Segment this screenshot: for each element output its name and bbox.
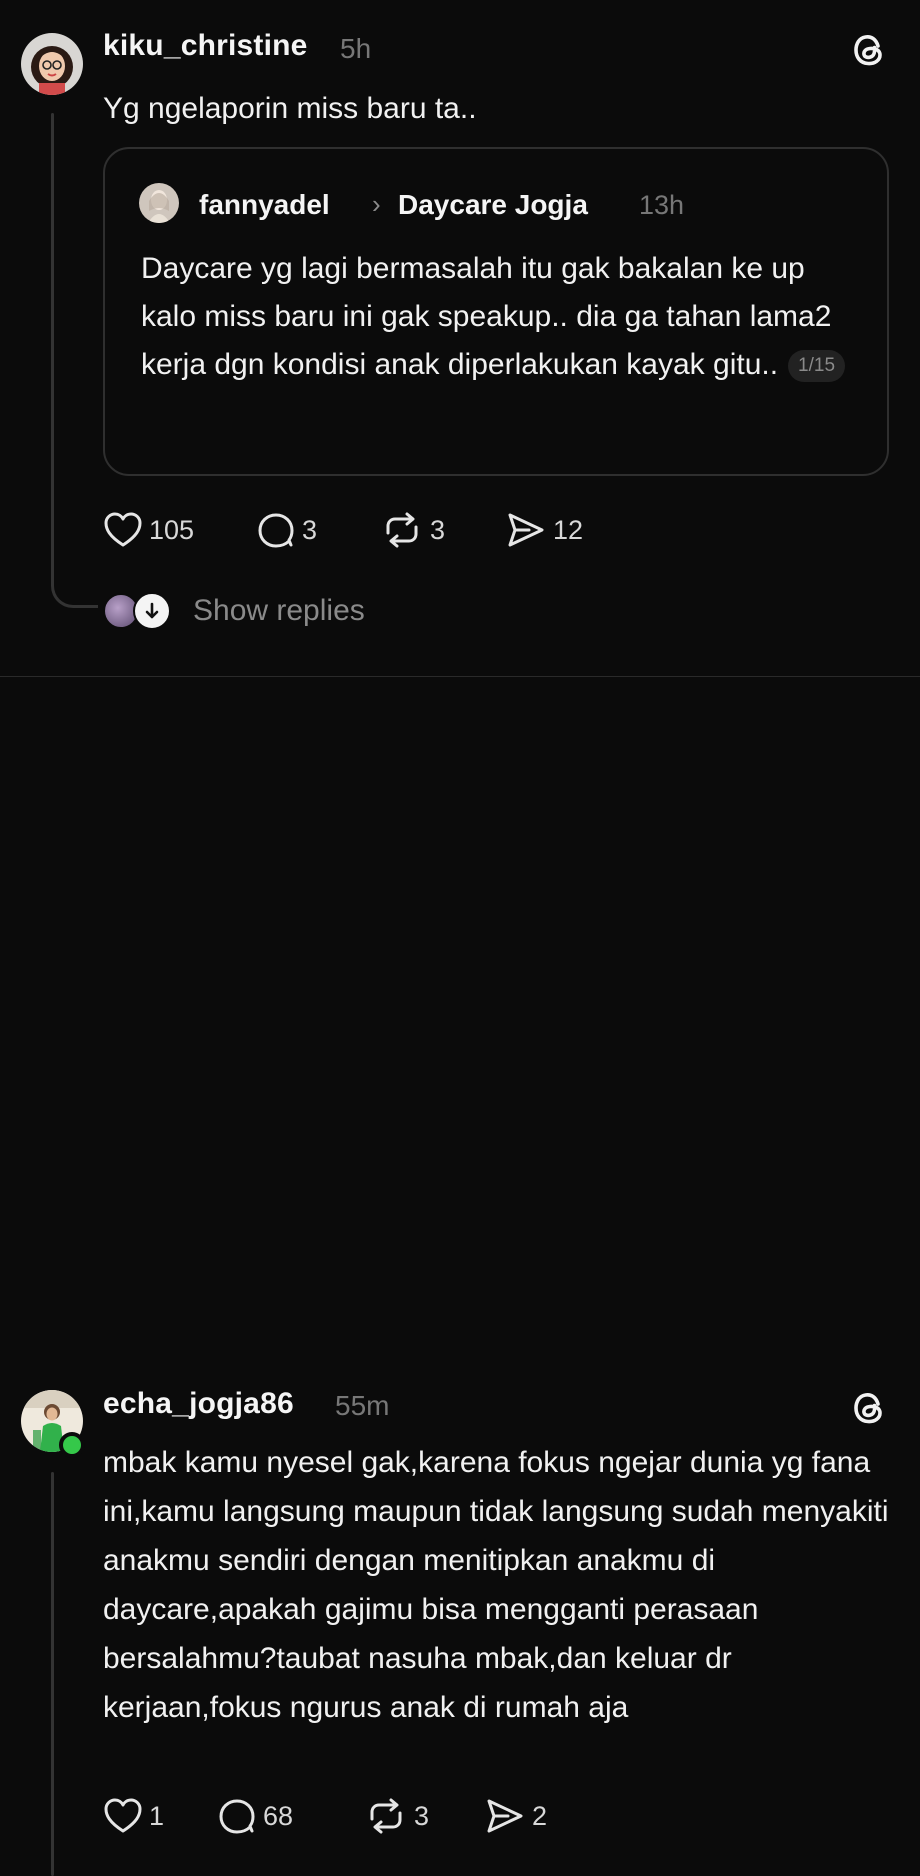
like-count: 105: [149, 514, 195, 545]
comment-button[interactable]: 3: [256, 511, 317, 549]
online-status-indicator: [59, 1432, 85, 1458]
quoted-text: Daycare yg lagi bermasalah itu gak bakal…: [141, 245, 861, 389]
thread-line: [51, 113, 54, 568]
send-icon: [487, 1799, 523, 1833]
send-icon: [508, 513, 544, 547]
timestamp: 55m: [335, 1390, 390, 1421]
threads-logo-icon[interactable]: [850, 30, 890, 70]
avatar[interactable]: [21, 33, 83, 95]
repost-icon: [370, 1798, 402, 1834]
repost-count: 3: [414, 1800, 430, 1831]
thread-connector: [51, 560, 98, 608]
quoted-username[interactable]: fannyadel: [199, 189, 330, 221]
comment-count: 3: [302, 514, 318, 545]
like-button[interactable]: 105: [103, 511, 194, 549]
heart-icon: [104, 1798, 142, 1833]
page-badge: 1/15: [788, 350, 846, 383]
share-button[interactable]: 2: [484, 1797, 547, 1835]
repost-count: 3: [430, 514, 446, 545]
arrow-down-icon: [133, 592, 171, 630]
share-count: 2: [532, 1800, 548, 1831]
username[interactable]: kiku_christine: [103, 29, 308, 63]
username[interactable]: echa_jogja86: [103, 1387, 294, 1421]
comment-bubble-icon: [219, 1799, 255, 1834]
like-count: 1: [149, 1800, 165, 1831]
post-text: mbak kamu nyesel gak,karena fokus ngejar…: [103, 1446, 889, 1724]
avatar[interactable]: [139, 183, 179, 223]
comment-bubble-icon: [258, 513, 294, 548]
thread-post: kiku_christine 5h Yg ngelaporin miss bar…: [0, 0, 920, 676]
thread-line: [51, 1472, 54, 1876]
share-count: 12: [553, 514, 584, 545]
repost-button[interactable]: 3: [380, 511, 445, 549]
chevron-right-icon: ›: [372, 189, 381, 219]
comment-button[interactable]: 68: [217, 1797, 293, 1835]
share-button[interactable]: 12: [505, 511, 583, 549]
quoted-post[interactable]: fannyadel › Daycare Jogja 13h Daycare yg…: [103, 147, 889, 476]
repost-icon: [386, 512, 418, 548]
show-replies-label[interactable]: Show replies: [193, 594, 365, 628]
comment-count: 68: [263, 1800, 294, 1831]
quoted-text-body: Daycare yg lagi bermasalah itu gak bakal…: [141, 252, 832, 381]
timestamp: 13h: [639, 190, 685, 220]
like-button[interactable]: 1: [103, 1797, 164, 1835]
show-replies-button[interactable]: Show replies: [103, 592, 365, 630]
thread-post: echa_jogja86 55m mbak kamu nyesel gak,ka…: [0, 676, 920, 1876]
heart-icon: [104, 512, 142, 547]
repost-button[interactable]: 3: [364, 1797, 429, 1835]
timestamp: 5h: [340, 33, 372, 64]
post-text: Yg ngelaporin miss baru ta..: [103, 92, 477, 125]
group-name[interactable]: Daycare Jogja: [398, 189, 588, 221]
threads-logo-icon[interactable]: [850, 1388, 890, 1428]
